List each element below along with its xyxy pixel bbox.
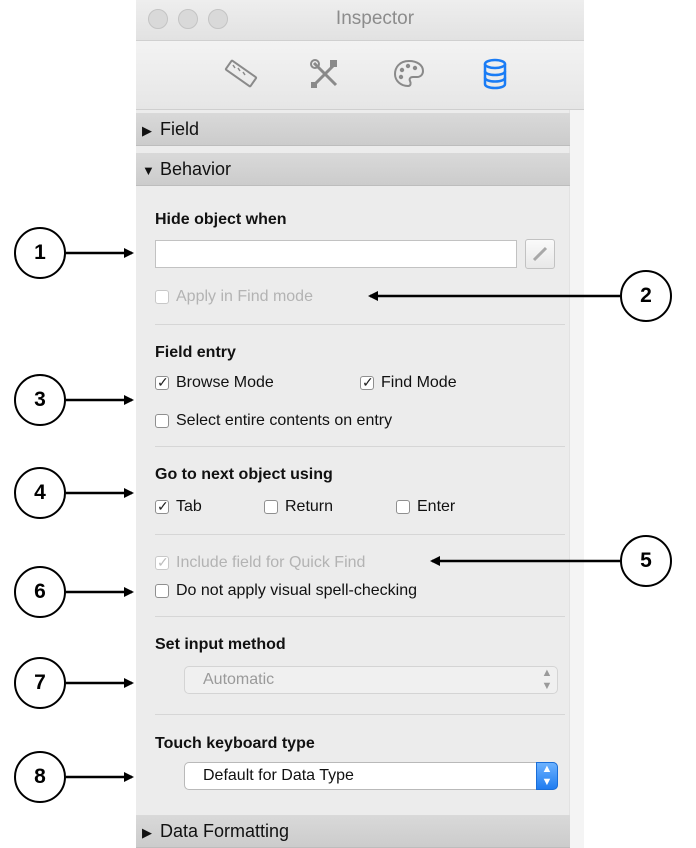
callout-2: 2 (620, 270, 672, 322)
popup-stepper-icon: ▲ ▼ (541, 667, 553, 692)
checkbox-box (155, 584, 169, 598)
checkbox-box (396, 500, 410, 514)
tab-checkbox[interactable]: ✓ Tab (155, 498, 202, 516)
ruler-icon (224, 59, 258, 88)
checkbox-label: Return (285, 498, 334, 515)
checkbox-box: ✓ (155, 554, 169, 570)
section-label: Behavior (160, 159, 232, 179)
field-section-header[interactable]: ▶ Field (136, 113, 570, 146)
find-mode-checkbox[interactable]: ✓ Find Mode (360, 374, 457, 392)
hide-object-field[interactable] (155, 240, 517, 268)
return-checkbox[interactable]: Return (264, 498, 333, 516)
divider (155, 446, 565, 447)
disclosure-right-icon: ▶ (142, 825, 152, 840)
keyboard-type-popup[interactable]: Default for Data Type ▲ ▼ (184, 762, 558, 790)
callout-5: 5 (620, 535, 672, 587)
callout-1: 1 (14, 227, 66, 279)
checkmark-icon: ✓ (157, 498, 169, 514)
window-title: Inspector (335, 8, 415, 29)
database-icon (483, 58, 507, 90)
checkbox-box: ✓ (360, 374, 374, 390)
divider (155, 616, 565, 617)
checkbox-label: Find Mode (381, 374, 457, 391)
section-label: Data Formatting (160, 821, 290, 841)
pencil-icon (532, 246, 548, 262)
enter-checkbox[interactable]: Enter (396, 498, 455, 516)
hide-object-label: Hide object when (155, 211, 287, 228)
checkbox-label: Select entire contents on entry (176, 412, 393, 429)
checkbox-box (155, 414, 169, 428)
checkmark-icon: ✓ (362, 374, 374, 390)
callout-7: 7 (14, 657, 66, 709)
inspector-window: Inspector ▶ Field ▼ Behavior Hide object… (136, 0, 584, 848)
callout-8: 8 (14, 751, 66, 803)
edit-calculation-button[interactable] (525, 239, 555, 269)
checkbox-label: Tab (176, 498, 202, 515)
checkbox-label: Apply in Find mode (176, 288, 313, 305)
divider (155, 714, 565, 715)
callout-6: 6 (14, 566, 66, 618)
checkmark-icon: ✓ (157, 554, 169, 570)
checkbox-label: Browse Mode (176, 374, 274, 391)
callout-4: 4 (14, 467, 66, 519)
position-tab[interactable] (222, 55, 260, 93)
apply-find-mode-checkbox[interactable]: Apply in Find mode (155, 288, 313, 306)
checkbox-box (155, 290, 169, 304)
checkbox-label: Enter (417, 498, 456, 515)
appearance-tab[interactable] (390, 55, 428, 93)
disclosure-right-icon: ▶ (142, 123, 152, 138)
field-entry-label: Field entry (155, 344, 236, 361)
checkbox-label: Do not apply visual spell-checking (176, 582, 418, 599)
inspector-toolbar (136, 41, 584, 110)
inspector-content: ▶ Field ▼ Behavior Hide object when Apply … (136, 110, 584, 848)
scrollbar-track[interactable] (569, 110, 584, 848)
data-tab[interactable] (476, 55, 514, 93)
popup-value: Automatic (203, 671, 275, 688)
behavior-section-header[interactable]: ▼ Behavior (136, 153, 570, 186)
callout-3: 3 (14, 374, 66, 426)
keyboard-type-label: Touch keyboard type (155, 735, 315, 752)
popup-value: Default for Data Type (203, 767, 354, 784)
go-to-next-label: Go to next object using (155, 466, 333, 483)
input-method-popup[interactable]: Automatic ▲ ▼ (184, 666, 558, 694)
data-formatting-section-header[interactable]: ▶ Data Formatting (136, 815, 570, 848)
section-label: Field (160, 119, 200, 139)
divider (155, 324, 565, 325)
tools-icon (310, 59, 338, 88)
input-method-label: Set input method (155, 636, 286, 653)
divider (155, 534, 565, 535)
checkbox-box: ✓ (155, 374, 169, 390)
checkmark-icon: ✓ (157, 374, 169, 390)
checkbox-label: Include field for Quick Find (176, 554, 366, 571)
browse-mode-checkbox[interactable]: ✓ Browse Mode (155, 374, 274, 392)
palette-icon (393, 59, 425, 88)
checkbox-box (264, 500, 278, 514)
styles-tab[interactable] (306, 55, 344, 93)
title-bar[interactable]: Inspector (136, 0, 584, 41)
no-spell-check-checkbox[interactable]: Do not apply visual spell-checking (155, 582, 417, 600)
disclosure-down-icon: ▼ (142, 163, 155, 178)
popup-stepper-icon: ▲ ▼ (536, 762, 558, 790)
checkbox-box: ✓ (155, 498, 169, 514)
include-quick-find-checkbox[interactable]: ✓ Include field for Quick Find (155, 554, 365, 572)
select-entire-contents-checkbox[interactable]: Select entire contents on entry (155, 412, 392, 430)
